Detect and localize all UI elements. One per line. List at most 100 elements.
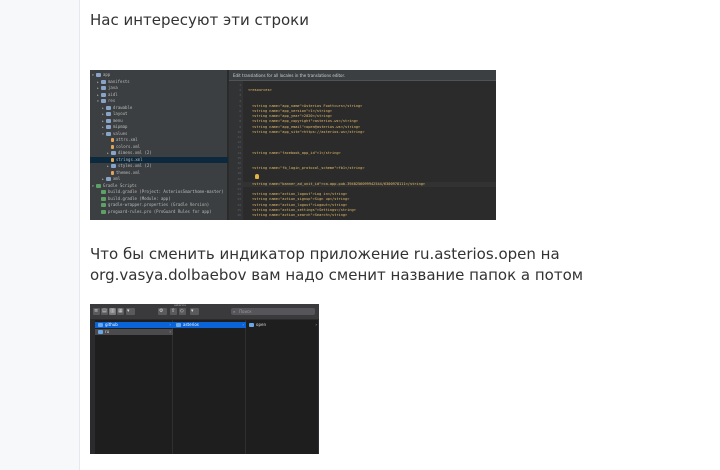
tree-item[interactable]: ▼ Gradle Scripts <box>90 183 228 189</box>
folder-icon <box>101 99 106 103</box>
tree-item[interactable]: ▶ manifests <box>90 79 228 85</box>
tree-item-label: aidl <box>108 91 118 97</box>
view-gallery-icon[interactable]: ▦ <box>117 308 124 315</box>
tree-item[interactable]: build.gradle (Project: AsteriosSmarthome… <box>90 189 228 195</box>
view-columns-active-icon[interactable]: ▥ <box>109 308 116 315</box>
ide-screenshot[interactable]: ▼ app ▶ manifests ▶ java ▶ aidl ▼ res ▶ drawable ▶ la… <box>90 70 496 220</box>
finder-column-2[interactable]: asterios › <box>173 320 246 454</box>
finder-item[interactable]: asterios › <box>173 322 246 328</box>
window-title: asterios <box>174 304 186 307</box>
tree-item[interactable]: colors.xml <box>90 144 228 150</box>
tree-item[interactable]: gradle-wrapper.properties (Gradle Versio… <box>90 202 228 208</box>
tree-item-label: Gradle Scripts <box>103 182 137 188</box>
file-icon <box>111 144 114 149</box>
tree-item[interactable]: build.gradle (Module: app) <box>90 196 228 202</box>
gradle-icon <box>101 203 106 207</box>
code-line[interactable]: <string name="action_search">Search</str… <box>252 213 347 218</box>
tree-item-label: manifests <box>108 78 130 84</box>
tree-item[interactable]: ▶ aidl <box>90 92 228 98</box>
post-body: Нас интересуют эти строки ▼ app ▶ manifests… <box>80 0 720 470</box>
tree-item[interactable]: ▶ xml <box>90 176 228 182</box>
finder-column-1[interactable]: github › ru › <box>95 320 173 454</box>
tree-item[interactable]: ▼ app <box>90 72 228 78</box>
tree-item[interactable]: ▶ styles.xml (2) <box>90 163 228 169</box>
tree-item[interactable]: ▶ java <box>90 85 228 91</box>
gradle-icon <box>96 183 101 188</box>
folder-icon <box>101 92 106 97</box>
tree-item[interactable]: attrs.xml <box>90 137 228 143</box>
chevron-right-icon: › <box>169 329 171 334</box>
finder-search-input[interactable]: ⌕ Поиск <box>231 308 315 315</box>
lightbulb-icon[interactable] <box>255 174 259 179</box>
translations-banner: Edit translations for all locales in the… <box>229 70 496 81</box>
tree-item-label: xml <box>113 176 121 181</box>
tree-item-label: build.gradle (Project: AsteriosSmarthome… <box>108 189 224 194</box>
gear-icon[interactable]: ⚙ <box>158 308 167 315</box>
tree-item-label: dimens.xml (2) <box>118 150 152 155</box>
folder-icon <box>249 323 254 327</box>
folder-icon <box>106 118 111 123</box>
chevron-right-icon: › <box>242 322 244 327</box>
chevron-right-icon: › <box>315 322 317 327</box>
action-icon[interactable]: ▾ <box>190 308 199 315</box>
folder-icon <box>101 79 106 84</box>
view-list-icon[interactable]: ≡ <box>93 308 100 315</box>
tree-item[interactable]: themes.xml <box>90 170 228 176</box>
finder-toolbar: ≡ ▤ ▥ ▦ ▾ ⚙ ⇧ ◇ ▾ asterios ⌕ Поиск <box>90 304 319 320</box>
tree-item-label: java <box>108 85 118 90</box>
code-line[interactable]: <resources> <box>248 88 272 93</box>
tree-item[interactable]: ▼ values <box>90 131 228 137</box>
tree-item[interactable]: ▶ menu <box>90 118 228 124</box>
finder-item[interactable]: open › <box>246 322 319 328</box>
tree-item[interactable]: proguard-rules.pro (ProGuard Rules for a… <box>90 209 228 215</box>
finder-item[interactable]: ru › <box>95 329 173 335</box>
tree-item-label: layout <box>113 111 128 116</box>
tree-item-label: build.gradle (Module: app) <box>108 195 171 201</box>
folder-icon <box>176 323 181 327</box>
project-tree[interactable]: ▼ app ▶ manifests ▶ java ▶ aidl ▼ res ▶ drawable ▶ la… <box>90 70 228 220</box>
code-line[interactable]: <string name="facebook_app_id">1</string… <box>252 151 341 156</box>
tree-item[interactable]: ▶ dimens.xml (2) <box>90 150 228 156</box>
tree-item-label: res <box>108 98 116 103</box>
gradle-icon <box>101 190 106 194</box>
left-gutter <box>0 0 80 470</box>
line-number: 26 <box>237 213 241 217</box>
tree-item[interactable]: ▶ mipmap <box>90 124 228 130</box>
folder-icon <box>96 73 101 77</box>
code-line[interactable]: <string name="banner_ad_unit_id">ca-app-… <box>252 182 425 187</box>
finder-item-label: ru <box>105 329 110 334</box>
finder-column-3[interactable]: open › <box>246 320 319 454</box>
tree-item[interactable]: ▶ drawable <box>90 105 228 111</box>
view-columns-icon[interactable]: ▤ <box>101 308 108 315</box>
tree-item-label: drawable <box>113 104 133 110</box>
folder-icon <box>106 177 111 181</box>
file-icon <box>111 170 114 175</box>
tree-item-label: app <box>103 72 111 77</box>
gradle-icon <box>101 209 106 214</box>
tree-item[interactable]: ▼ res <box>90 98 228 104</box>
search-placeholder: Поиск <box>239 309 252 314</box>
code-line[interactable]: <string name="app_site">https://asterios… <box>252 130 365 135</box>
search-icon: ⌕ <box>233 309 236 314</box>
tree-item-label: gradle-wrapper.properties (Gradle Versio… <box>108 202 210 207</box>
tag-icon[interactable]: ◇ <box>179 308 186 315</box>
gradle-icon <box>101 196 106 201</box>
file-icon <box>111 138 114 142</box>
finder-item[interactable]: github › <box>95 322 173 328</box>
code-line[interactable]: <string name="fb_login_protocol_scheme">… <box>252 166 365 171</box>
line-number-gutter: 1 2 3 4 5 6 7 8 9 10 11 12 13 14 15 16 17 18 19 20 21 22 23 24 2… <box>229 81 243 220</box>
folder-icon <box>111 164 116 168</box>
share-icon[interactable]: ⇧ <box>170 308 177 315</box>
folder-icon <box>101 86 106 90</box>
post-paragraph-2: Что бы сменить индикатор приложение ru.a… <box>90 245 584 284</box>
finder-item-label: asterios <box>183 322 199 327</box>
folder-icon <box>106 105 111 110</box>
tree-item[interactable]: ▶ layout <box>90 111 228 117</box>
tree-item[interactable]: strings.xml <box>90 156 228 163</box>
folder-icon <box>106 112 111 116</box>
finder-screenshot[interactable]: ≡ ▤ ▥ ▦ ▾ ⚙ ⇧ ◇ ▾ asterios ⌕ Поиск githu… <box>90 304 319 454</box>
group-icon[interactable]: ▾ <box>126 308 135 315</box>
folder-icon <box>98 330 103 334</box>
tree-item-label: attrs.xml <box>116 137 138 142</box>
post-paragraph-1: Нас интересуют эти строки <box>90 11 309 29</box>
